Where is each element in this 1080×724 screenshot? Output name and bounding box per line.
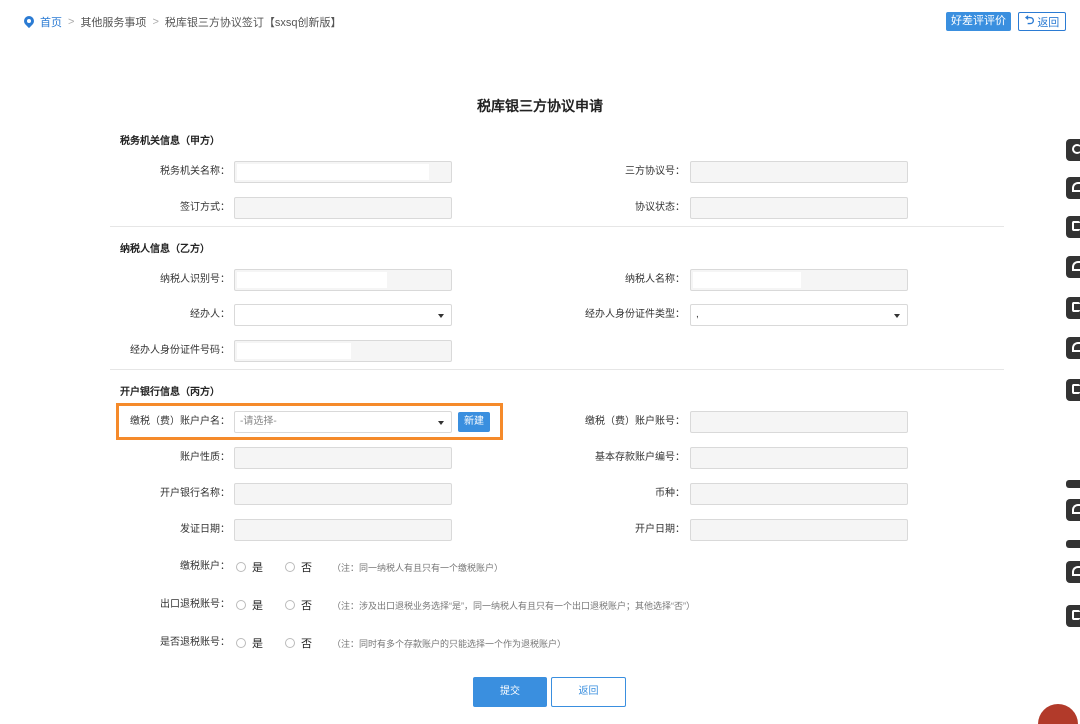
export-refund-account-label: 出口退税账号： — [160, 599, 230, 610]
agreement-no-field[interactable] — [690, 161, 908, 183]
breadcrumb: 首页 > 其他服务事项 > 税库银三方协议签订【sxsq创新版】 — [24, 14, 342, 30]
radio-yes[interactable] — [236, 638, 246, 648]
chat-icon[interactable] — [1066, 297, 1080, 319]
currency-label: 币种： — [655, 488, 685, 499]
top-back-button[interactable]: ⮌ 返回 — [1018, 12, 1066, 31]
back-arrow-icon: ⮌ — [1024, 13, 1035, 27]
sign-method-field[interactable] — [234, 197, 452, 219]
collapse-tab[interactable] — [1066, 480, 1080, 488]
issue-date-label: 发证日期： — [180, 524, 230, 535]
agreement-status-label: 协议状态： — [635, 202, 685, 213]
chat-icon[interactable] — [1066, 216, 1080, 238]
rate-button[interactable]: 好差评评价 — [946, 12, 1011, 31]
taxpayer-id-label: 纳税人识别号： — [160, 274, 230, 285]
handler-label: 经办人： — [190, 309, 230, 320]
radio-yes-label: 是 — [252, 562, 263, 574]
currency-field[interactable] — [690, 483, 908, 505]
open-date-field[interactable] — [690, 519, 908, 541]
breadcrumb-separator: > — [68, 16, 75, 28]
divider — [110, 369, 1004, 370]
pay-account-name-label: 缴税（费）账户户名： — [130, 416, 230, 427]
headset-icon[interactable] — [1066, 337, 1080, 359]
return-button[interactable]: 返回 — [551, 677, 626, 707]
handler-id-no-label: 经办人身份证件号码： — [130, 345, 230, 356]
basic-account-code-label: 基本存款账户编号： — [595, 452, 685, 463]
chat-icon[interactable] — [1066, 379, 1080, 401]
account-nature-label: 账户性质： — [180, 452, 230, 463]
pay-account-note: （注：同一纳税人有且只有一个缴税账户） — [332, 562, 504, 573]
section-tax-authority: 税务机关信息（甲方） — [120, 136, 220, 147]
pay-account-no-label: 缴税（费）账户账号： — [585, 416, 685, 427]
radio-yes-label: 是 — [252, 638, 263, 650]
radio-no[interactable] — [285, 562, 295, 572]
handler-id-type-value: , — [696, 309, 699, 320]
radio-yes[interactable] — [236, 600, 246, 610]
page-title: 税库银三方协议申请 — [477, 98, 603, 114]
location-pin-icon — [24, 16, 34, 28]
pay-account-name-select[interactable]: -请选择- — [234, 411, 452, 433]
bank-name-label: 开户银行名称： — [160, 488, 230, 499]
chevron-down-icon — [438, 314, 444, 318]
handler-select[interactable] — [234, 304, 452, 326]
pay-account-radio-group: 是 否 （注：同一纳税人有且只有一个缴税账户） — [236, 559, 503, 575]
radio-no[interactable] — [285, 600, 295, 610]
radio-yes[interactable] — [236, 562, 246, 572]
sign-method-label: 签订方式： — [180, 202, 230, 213]
corner-widget[interactable] — [1038, 704, 1078, 724]
chevron-down-icon — [894, 314, 900, 318]
section-taxpayer: 纳税人信息（乙方） — [120, 244, 210, 255]
headset-icon[interactable] — [1066, 256, 1080, 278]
tax-office-name-label: 税务机关名称： — [160, 166, 230, 177]
tax-office-name-field[interactable] — [234, 161, 452, 183]
bank-name-field[interactable] — [234, 483, 452, 505]
handler-id-type-select[interactable]: , — [690, 304, 908, 326]
top-back-label: 返回 — [1037, 16, 1060, 29]
refund-note: （注：同时有多个存款账户的只能选择一个作为退税账户） — [332, 638, 567, 649]
breadcrumb-current: 税库银三方协议签订【sxsq创新版】 — [164, 17, 342, 29]
pay-account-label: 缴税账户： — [180, 561, 230, 572]
agreement-status-field[interactable] — [690, 197, 908, 219]
export-refund-radio-group: 是 否 （注：涉及出口退税业务选择“是”，同一纳税人有且只有一个出口退税账户；其… — [236, 597, 695, 613]
help-icon[interactable] — [1066, 139, 1080, 161]
divider — [110, 226, 1004, 227]
radio-no[interactable] — [285, 638, 295, 648]
breadcrumb-other-services-link[interactable]: 其他服务事项 — [80, 14, 146, 30]
taxpayer-name-label: 纳税人名称： — [625, 274, 685, 285]
handler-id-no-field[interactable] — [234, 340, 452, 362]
refund-account-label: 是否退税账号： — [160, 637, 230, 648]
submit-button[interactable]: 提交 — [473, 677, 547, 707]
headset-icon[interactable] — [1066, 561, 1080, 583]
radio-no-label: 否 — [301, 600, 312, 612]
chat-icon[interactable] — [1066, 605, 1080, 627]
radio-yes-label: 是 — [252, 600, 263, 612]
pay-account-placeholder: -请选择- — [240, 416, 277, 427]
taxpayer-name-field[interactable] — [690, 269, 908, 291]
section-bank: 开户银行信息（丙方） — [120, 387, 220, 398]
refund-radio-group: 是 否 （注：同时有多个存款账户的只能选择一个作为退税账户） — [236, 635, 566, 651]
basic-account-code-field[interactable] — [690, 447, 908, 469]
open-date-label: 开户日期： — [635, 524, 685, 535]
handler-id-type-label: 经办人身份证件类型： — [585, 309, 685, 320]
headset-icon[interactable] — [1066, 499, 1080, 521]
radio-no-label: 否 — [301, 562, 312, 574]
radio-no-label: 否 — [301, 638, 312, 650]
new-account-button[interactable]: 新建 — [458, 412, 490, 432]
breadcrumb-home-link[interactable]: 首页 — [40, 14, 62, 30]
issue-date-field[interactable] — [234, 519, 452, 541]
agreement-no-label: 三方协议号： — [625, 166, 685, 177]
headset-icon[interactable] — [1066, 177, 1080, 199]
chevron-down-icon — [438, 421, 444, 425]
account-nature-field[interactable] — [234, 447, 452, 469]
pay-account-no-field[interactable] — [690, 411, 908, 433]
collapse-tab[interactable] — [1066, 540, 1080, 548]
taxpayer-id-field[interactable] — [234, 269, 452, 291]
breadcrumb-separator: > — [152, 16, 159, 28]
export-refund-note: （注：涉及出口退税业务选择“是”，同一纳税人有且只有一个出口退税账户；其他选择“… — [332, 600, 695, 611]
